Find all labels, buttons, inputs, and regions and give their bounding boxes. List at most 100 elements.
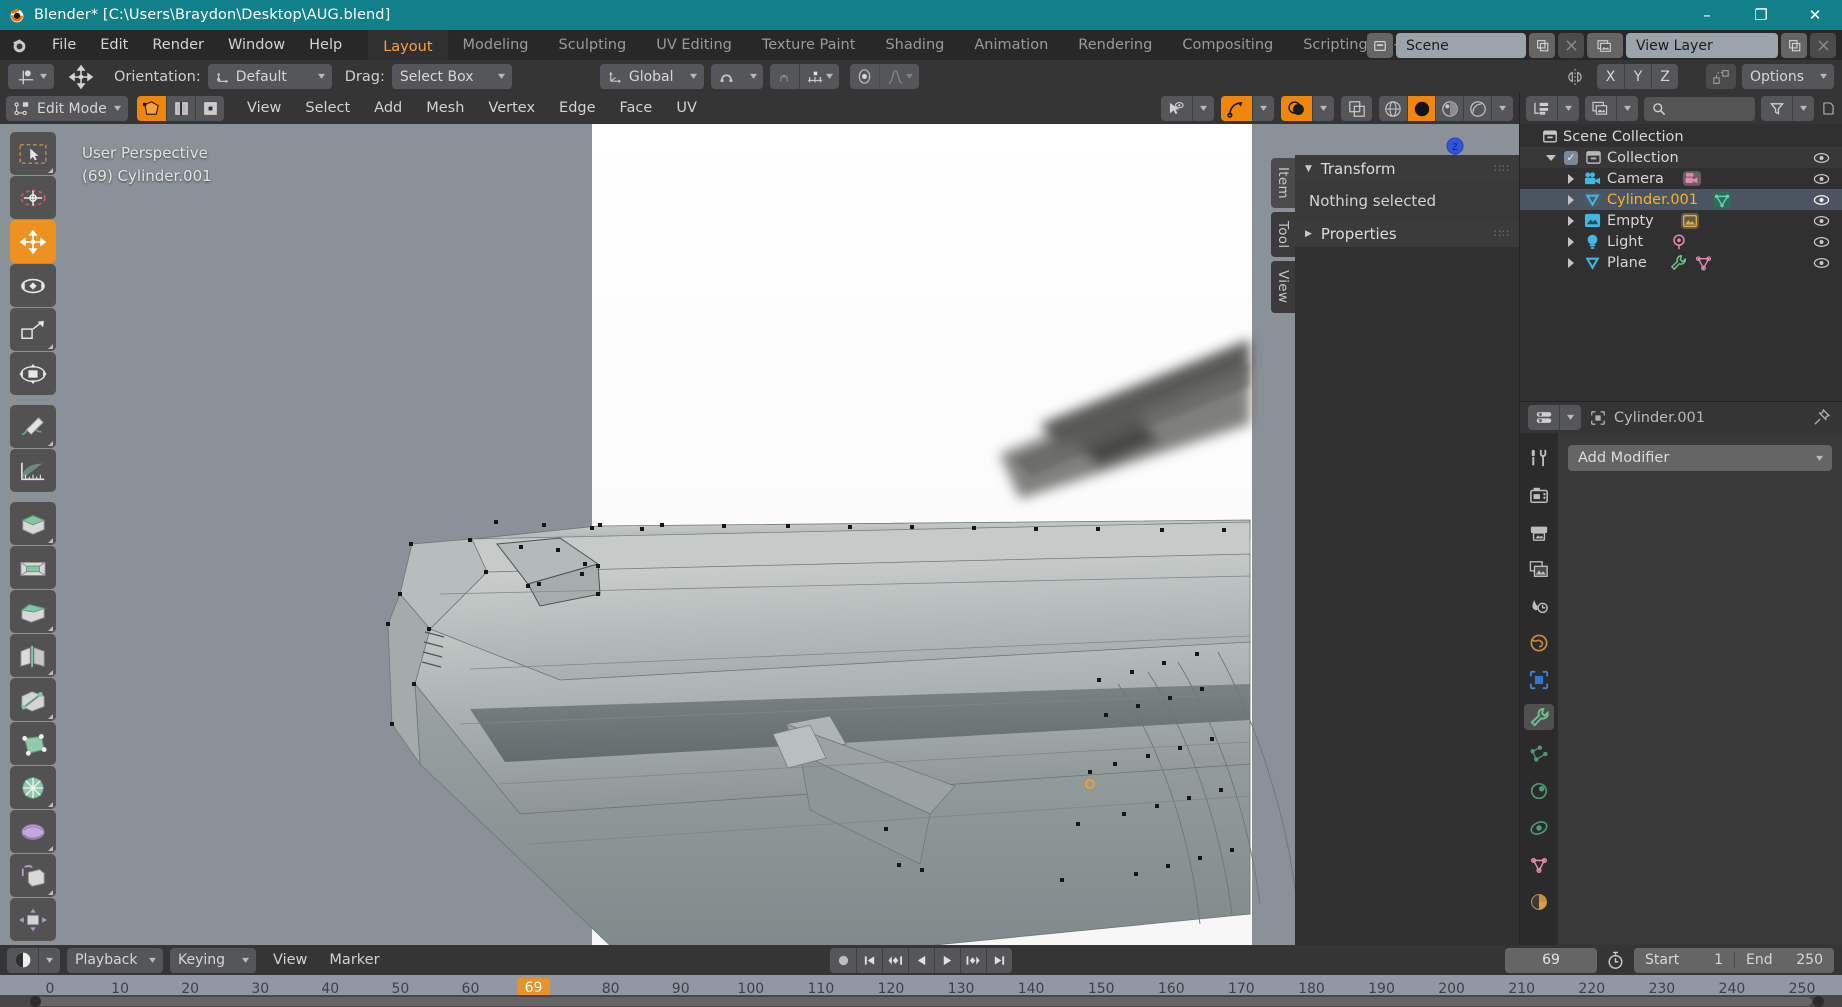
properties-tab-material[interactable] bbox=[1524, 889, 1554, 915]
outliner-new-button[interactable] bbox=[1820, 96, 1836, 121]
outliner-row-collection[interactable]: ✓ Collection bbox=[1520, 147, 1842, 168]
mirror-axis-z[interactable]: Z bbox=[1651, 64, 1678, 89]
blender-menu-icon[interactable] bbox=[6, 30, 32, 60]
properties-panel-header[interactable]: ▶ Properties ∷∷ bbox=[1295, 220, 1519, 247]
workspace-tab-uv-editing[interactable]: UV Editing bbox=[641, 30, 747, 60]
scrollbar-thumb[interactable] bbox=[34, 997, 1812, 1006]
solid-shading-icon[interactable] bbox=[1407, 96, 1435, 121]
tool-shear[interactable] bbox=[10, 854, 56, 897]
overlays-toggle-dropdown[interactable]: ▾ bbox=[1281, 96, 1334, 121]
expand-collapse-icon[interactable] bbox=[1568, 173, 1574, 184]
expand-collapse-icon[interactable] bbox=[1568, 257, 1574, 268]
workspace-tab-modeling[interactable]: Modeling bbox=[448, 30, 544, 60]
new-scene-button[interactable] bbox=[1529, 33, 1555, 58]
play-reverse-icon[interactable] bbox=[908, 947, 934, 973]
drag-dropdown[interactable]: Select Box ▾ bbox=[391, 64, 512, 89]
expand-collapse-icon[interactable] bbox=[1546, 154, 1556, 161]
sidebar-tab-tool[interactable]: Tool bbox=[1271, 211, 1295, 258]
3d-viewport[interactable]: User Perspective (69) Cylinder.001 Z ▼ T… bbox=[0, 124, 1519, 945]
modifier-icon[interactable] bbox=[1669, 254, 1688, 271]
tool-measure[interactable] bbox=[10, 449, 56, 492]
timeline-menu-marker[interactable]: Marker bbox=[319, 949, 389, 972]
properties-tab-object-constraints[interactable] bbox=[1524, 815, 1554, 841]
outliner-row-light[interactable]: Light bbox=[1520, 231, 1842, 252]
properties-editor-type-dropdown[interactable]: ▾ bbox=[1528, 405, 1581, 430]
properties-tab-scene[interactable] bbox=[1524, 593, 1554, 619]
minimize-button[interactable]: – bbox=[1680, 0, 1734, 30]
properties-tab-tool[interactable] bbox=[1524, 445, 1554, 471]
panel-grip-icon-2[interactable]: ∷∷ bbox=[1494, 227, 1510, 240]
menu-face[interactable]: Face bbox=[609, 97, 664, 120]
next-keyframe-icon[interactable] bbox=[960, 947, 986, 973]
tool-cursor[interactable] bbox=[10, 176, 56, 219]
shading-options-dropdown[interactable]: ▾ bbox=[1491, 96, 1513, 121]
tool-knife[interactable] bbox=[10, 678, 56, 721]
gizmo-toggle-dropdown[interactable]: ▾ bbox=[1221, 96, 1274, 121]
menu-mesh[interactable]: Mesh bbox=[415, 97, 475, 120]
menu-help[interactable]: Help bbox=[297, 34, 354, 56]
maximize-button[interactable]: ❐ bbox=[1734, 0, 1788, 30]
scene-browse-icon[interactable] bbox=[1367, 33, 1393, 58]
visibility-eye-icon[interactable] bbox=[1813, 215, 1830, 227]
workspace-tab-animation[interactable]: Animation bbox=[959, 30, 1063, 60]
tool-loop-cut[interactable] bbox=[10, 634, 56, 677]
workspace-tab-rendering[interactable]: Rendering bbox=[1063, 30, 1167, 60]
proportional-edit-icon[interactable] bbox=[770, 64, 799, 89]
record-icon[interactable] bbox=[830, 948, 856, 973]
outliner-filter-id-dropdown[interactable]: ▾ bbox=[1585, 96, 1638, 121]
mesh-data-icon[interactable] bbox=[1712, 191, 1732, 209]
outliner-row-camera[interactable]: Camera bbox=[1520, 168, 1842, 189]
outliner-search-input[interactable] bbox=[1644, 96, 1755, 121]
mirror-axis-x[interactable]: X bbox=[1597, 64, 1624, 89]
rendered-shading-icon[interactable] bbox=[1463, 96, 1491, 121]
prev-keyframe-icon[interactable] bbox=[882, 947, 908, 973]
visibility-eye-icon[interactable] bbox=[1813, 194, 1830, 206]
light-data-icon[interactable] bbox=[1669, 233, 1689, 251]
playback-dropdown[interactable]: Playback ▾ bbox=[67, 947, 163, 973]
workspace-tab-texture-paint[interactable]: Texture Paint bbox=[747, 30, 871, 60]
snap-dropdown[interactable]: ▾ bbox=[710, 64, 763, 89]
properties-tab-modifier[interactable] bbox=[1524, 704, 1554, 730]
proportional-connected-icon[interactable]: ▾ bbox=[798, 64, 839, 89]
mirror-axis-y[interactable]: Y bbox=[1624, 64, 1651, 89]
workspace-tab-compositing[interactable]: Compositing bbox=[1167, 30, 1288, 60]
play-icon[interactable] bbox=[934, 947, 960, 973]
sidebar-tab-view[interactable]: View bbox=[1271, 261, 1295, 313]
properties-tab-object-data[interactable] bbox=[1524, 852, 1554, 878]
menu-render[interactable]: Render bbox=[140, 34, 216, 56]
tool-scale[interactable] bbox=[10, 308, 56, 351]
scrollbar-left-handle[interactable] bbox=[30, 996, 41, 1007]
tool-poly-build[interactable] bbox=[10, 722, 56, 765]
sidebar-tab-item[interactable]: Item bbox=[1271, 158, 1295, 208]
outliner-row-empty[interactable]: Empty bbox=[1520, 210, 1842, 231]
tool-rip-region[interactable] bbox=[10, 898, 56, 941]
transform-panel-header[interactable]: ▼ Transform ∷∷ bbox=[1295, 155, 1519, 182]
tool-tweak-select[interactable] bbox=[10, 132, 56, 175]
pin-icon[interactable] bbox=[1813, 409, 1830, 426]
panel-grip-icon[interactable]: ∷∷ bbox=[1494, 162, 1510, 175]
active-tool-icon[interactable]: ▾ bbox=[8, 64, 54, 89]
tool-rotate[interactable] bbox=[10, 264, 56, 307]
auto-keying-icon[interactable] bbox=[1604, 951, 1627, 970]
options-dropdown[interactable]: Options ▾ bbox=[1742, 64, 1834, 89]
workspace-tab-layout[interactable]: Layout bbox=[368, 30, 448, 60]
proportional-falloff-toggle-icon[interactable] bbox=[850, 64, 879, 89]
properties-tab-object[interactable] bbox=[1524, 667, 1554, 693]
expand-collapse-icon[interactable] bbox=[1568, 236, 1574, 247]
timeline-horizontal-scrollbar[interactable] bbox=[0, 995, 1842, 1007]
camera-data-icon[interactable] bbox=[1682, 170, 1702, 187]
face-select-icon[interactable] bbox=[195, 96, 224, 121]
close-button[interactable]: ✕ bbox=[1788, 0, 1842, 30]
visibility-selectability-dropdown[interactable]: ▾ bbox=[1161, 96, 1214, 121]
tool-transform[interactable] bbox=[10, 352, 56, 395]
properties-tab-render[interactable] bbox=[1524, 482, 1554, 508]
vertex-select-icon[interactable] bbox=[137, 96, 166, 121]
jump-start-icon[interactable] bbox=[856, 947, 882, 973]
scrollbar-right-handle[interactable] bbox=[1813, 996, 1824, 1007]
visibility-eye-icon[interactable] bbox=[1813, 152, 1830, 164]
wireframe-shading-icon[interactable] bbox=[1379, 96, 1407, 121]
outliner-filter-dropdown[interactable]: ▾ bbox=[1761, 96, 1814, 121]
view-layer-name-field[interactable]: View Layer bbox=[1626, 33, 1778, 58]
menu-uv[interactable]: UV bbox=[665, 97, 708, 120]
end-frame-field[interactable]: End 250 bbox=[1734, 952, 1834, 968]
